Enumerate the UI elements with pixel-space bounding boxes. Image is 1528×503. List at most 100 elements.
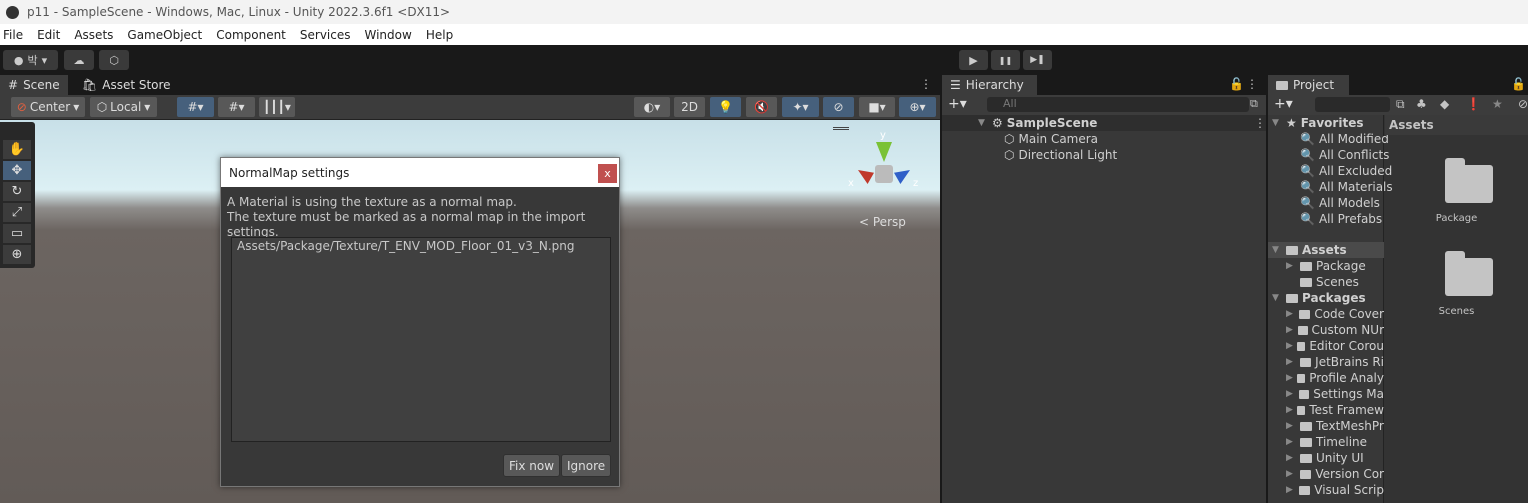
favorite-item[interactable]: 🔍 All Models: [1300, 195, 1380, 211]
hierarchy-item[interactable]: ⬡ Directional Light: [1004, 147, 1117, 163]
expand-arrow-icon[interactable]: ▶: [1286, 309, 1295, 319]
space-dropdown[interactable]: ⬡ Local ▾: [90, 97, 157, 117]
expand-arrow-icon[interactable]: ▶: [1286, 421, 1296, 431]
visibility-toggle[interactable]: ⊘: [823, 97, 854, 117]
warning-icon[interactable]: ❗: [1466, 97, 1481, 111]
create-plus-icon[interactable]: +▾: [948, 96, 967, 112]
expand-arrow-icon[interactable]: ▶: [1286, 437, 1296, 447]
search-scope-icon[interactable]: ⧉: [1250, 97, 1258, 111]
tab-hierarchy[interactable]: ☰ Hierarchy: [942, 75, 1037, 95]
favorite-item[interactable]: 🔍 All Materials: [1300, 179, 1393, 195]
packages-header[interactable]: ▼ Packages: [1272, 290, 1366, 306]
hand-tool[interactable]: ✋: [3, 140, 31, 159]
lighting-toggle[interactable]: 💡: [710, 97, 741, 117]
lock-icon[interactable]: 🔓: [1511, 77, 1526, 91]
projection-toggle[interactable]: < Persp: [859, 215, 906, 229]
play-button[interactable]: ▶: [959, 50, 988, 70]
scene-options-icon[interactable]: ⋮: [1254, 116, 1266, 130]
menu-component[interactable]: Component: [216, 28, 286, 42]
hierarchy-search-input[interactable]: All: [987, 97, 1249, 112]
hidden-icon[interactable]: ⊘: [1518, 97, 1528, 111]
package-folder[interactable]: ▶ Unity UI: [1286, 450, 1384, 466]
transform-tool[interactable]: ⊕: [3, 245, 31, 264]
star-icon[interactable]: ★: [1492, 97, 1503, 111]
asset-folder[interactable]: ▶ Package: [1286, 258, 1366, 274]
list-item[interactable]: Assets/Package/Texture/T_ENV_MOD_Floor_0…: [237, 239, 605, 253]
expand-arrow-icon[interactable]: ▶: [1286, 389, 1295, 399]
scene-row[interactable]: ▼ ⚙ SampleScene: [942, 115, 1266, 131]
favorites-header[interactable]: ▼ ★ Favorites: [1272, 115, 1363, 131]
menu-gameobject[interactable]: GameObject: [127, 28, 202, 42]
more-options-icon[interactable]: ⋮: [1246, 77, 1258, 91]
expand-arrow-icon[interactable]: ▶: [1286, 325, 1294, 335]
package-folder[interactable]: ▶ Profile Analy: [1286, 370, 1384, 386]
package-folder[interactable]: ▶ Settings Ma: [1286, 386, 1384, 402]
pivot-dropdown[interactable]: ⊘ Center ▾: [11, 97, 85, 117]
services-button[interactable]: ⬡: [99, 50, 129, 70]
package-folder[interactable]: ▶ Editor Corou: [1286, 338, 1384, 354]
menu-window[interactable]: Window: [365, 28, 412, 42]
audio-toggle[interactable]: 🔇: [746, 97, 777, 117]
expand-arrow-icon[interactable]: ▶: [1286, 373, 1293, 383]
tab-project[interactable]: Project: [1268, 75, 1349, 95]
favorite-item[interactable]: 🔍 All Prefabs: [1300, 211, 1382, 227]
camera-dropdown[interactable]: ■▾: [859, 97, 895, 117]
package-folder[interactable]: ▶ Timeline: [1286, 434, 1384, 450]
expand-arrow-icon[interactable]: ▶: [1286, 485, 1295, 495]
more-options-icon[interactable]: ⋮: [920, 77, 932, 91]
ruler-toggle[interactable]: ┃┃┃▾: [259, 97, 295, 117]
favorite-item[interactable]: 🔍 All Excluded: [1300, 163, 1392, 179]
expand-arrow-icon[interactable]: ▶: [1286, 453, 1296, 463]
rect-tool[interactable]: ▭: [3, 224, 31, 243]
grid-snap-toggle[interactable]: #▾: [177, 97, 214, 117]
project-search-input[interactable]: [1315, 97, 1390, 112]
search-scope-icon[interactable]: ⧉: [1396, 97, 1405, 112]
step-button[interactable]: ▶❚: [1023, 50, 1052, 70]
2d-toggle[interactable]: 2D: [674, 97, 705, 117]
expand-arrow-icon[interactable]: ▶: [1286, 341, 1293, 351]
filter-type-icon[interactable]: ♣: [1416, 97, 1427, 111]
tab-scene[interactable]: # Scene: [0, 75, 68, 95]
lock-icon[interactable]: 🔓: [1229, 77, 1244, 91]
grid-item-package[interactable]: Package: [1385, 155, 1528, 235]
hierarchy-item[interactable]: ⬡ Main Camera: [1004, 131, 1098, 147]
snap-increment-toggle[interactable]: #▾: [218, 97, 255, 117]
shading-dropdown[interactable]: ◐▾: [634, 97, 670, 117]
tab-asset-store[interactable]: 🛍 Asset Store: [74, 75, 179, 95]
expand-arrow-icon[interactable]: ▶: [1286, 469, 1296, 479]
move-tool[interactable]: ✥: [3, 161, 31, 180]
ignore-button[interactable]: Ignore: [561, 454, 612, 477]
grid-item-scenes[interactable]: Scenes: [1385, 248, 1528, 328]
menu-file[interactable]: File: [3, 28, 23, 42]
favorite-item[interactable]: 🔍 All Modified: [1300, 131, 1389, 147]
create-plus-icon[interactable]: +▾: [1274, 96, 1293, 112]
package-folder[interactable]: ▶ Visual Scrip: [1286, 482, 1384, 498]
fix-now-button[interactable]: Fix now: [503, 454, 561, 477]
package-folder[interactable]: ▶ JetBrains Ri: [1286, 354, 1384, 370]
gizmos-dropdown[interactable]: ⊕▾: [899, 97, 936, 117]
label-tag-icon[interactable]: ◆: [1440, 97, 1449, 111]
pause-button[interactable]: ❚❚: [991, 50, 1020, 70]
favorite-item[interactable]: 🔍 All Conflicts: [1300, 147, 1389, 163]
package-folder[interactable]: ▶ Code Cover: [1286, 306, 1384, 322]
cloud-button[interactable]: ☁: [64, 50, 94, 70]
texture-list[interactable]: Assets/Package/Texture/T_ENV_MOD_Floor_0…: [231, 237, 611, 442]
assets-header[interactable]: ▼ Assets: [1268, 242, 1384, 258]
orientation-gizmo[interactable]: y x z: [846, 130, 921, 210]
account-button[interactable]: ● 박 ▾: [3, 50, 58, 70]
close-button[interactable]: x: [598, 164, 617, 183]
menu-edit[interactable]: Edit: [37, 28, 60, 42]
rotate-tool[interactable]: ↻: [3, 182, 31, 201]
package-folder[interactable]: ▶ Version Cor: [1286, 466, 1384, 482]
expand-arrow-icon[interactable]: ▶: [1286, 357, 1296, 367]
scale-tool[interactable]: ⤢: [3, 203, 31, 222]
effects-dropdown[interactable]: ✦▾: [782, 97, 819, 117]
menu-assets[interactable]: Assets: [74, 28, 113, 42]
package-folder[interactable]: ▶ TextMeshPr: [1286, 418, 1384, 434]
package-folder[interactable]: ▶ Test Framew: [1286, 402, 1384, 418]
menu-services[interactable]: Services: [300, 28, 351, 42]
menu-help[interactable]: Help: [426, 28, 453, 42]
expand-arrow-icon[interactable]: ▼: [978, 118, 988, 128]
asset-folder[interactable]: Scenes: [1300, 274, 1359, 290]
package-folder[interactable]: ▶ Custom NUr: [1286, 322, 1384, 338]
